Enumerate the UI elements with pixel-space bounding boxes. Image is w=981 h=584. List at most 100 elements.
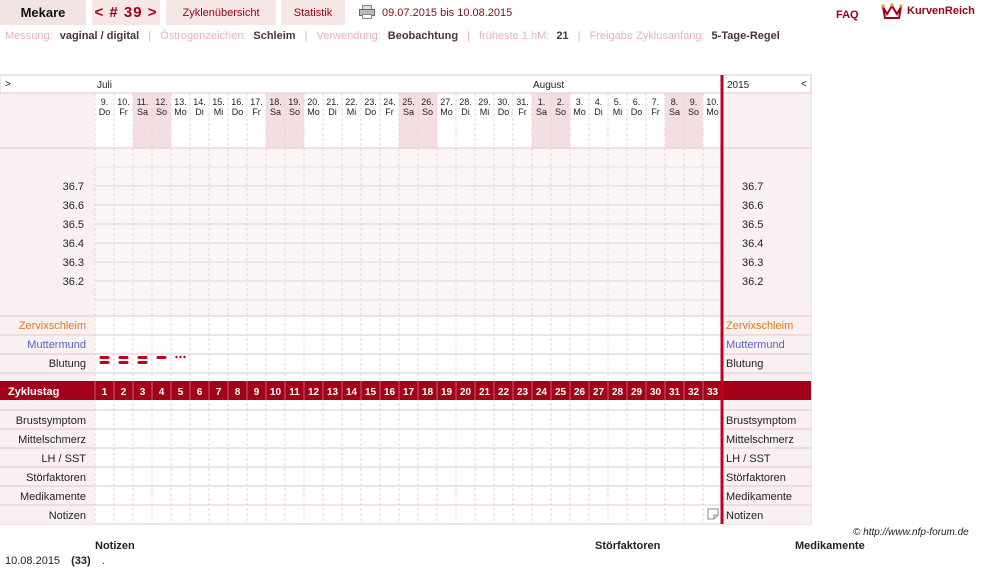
- day-date-label: 13.: [174, 97, 187, 107]
- weekday-label: So: [555, 107, 566, 117]
- weekday-label: Sa: [669, 107, 680, 117]
- cycle-day-number: 4: [159, 387, 165, 398]
- row-label-right: Notizen: [726, 510, 763, 522]
- cycle-day-number: 17: [403, 387, 415, 398]
- temperature-label-right: 36.3: [742, 257, 763, 269]
- cycle-day-number: 25: [555, 387, 567, 398]
- temperature-label-left: 36.3: [63, 257, 84, 269]
- day-date-label: 24.: [383, 97, 396, 107]
- weekday-label: So: [156, 107, 167, 117]
- day-date-label: 4.: [595, 97, 603, 107]
- temperature-label-right: 36.6: [742, 200, 763, 212]
- row-label-right: Brustsymptom: [726, 415, 796, 427]
- cycle-day-number: 21: [479, 387, 491, 398]
- day-date-label: 9.: [690, 97, 698, 107]
- bleeding-mark: [118, 361, 129, 364]
- day-date-label: 29.: [478, 97, 491, 107]
- weekday-label: Mi: [214, 107, 224, 117]
- medication-column-header: Medikamente: [795, 540, 865, 552]
- cycle-day-number: 32: [688, 387, 700, 398]
- row-label-left: Medikamente: [20, 491, 86, 503]
- row-label-left: Mittelschmerz: [18, 434, 86, 446]
- weekday-label: So: [422, 107, 433, 117]
- cycle-day-number: 16: [384, 387, 396, 398]
- cycle-day-number: 30: [650, 387, 662, 398]
- temperature-label-left: 36.5: [63, 219, 84, 231]
- cycle-day-number: 5: [178, 387, 184, 398]
- cycle-day-number: 1: [102, 387, 108, 398]
- row-label-right: Muttermund: [726, 339, 785, 351]
- day-date-label: 18.: [269, 97, 282, 107]
- day-date-label: 15.: [212, 97, 225, 107]
- row-label-right: Medikamente: [726, 491, 792, 503]
- day-date-label: 22.: [345, 97, 358, 107]
- row-label-left: Blutung: [49, 358, 86, 370]
- bleeding-mark: [99, 361, 110, 364]
- weekday-label: Mo: [307, 107, 320, 117]
- weekday-label: Do: [631, 107, 643, 117]
- day-date-label: 6.: [633, 97, 641, 107]
- weekday-label: Di: [195, 107, 204, 117]
- temperature-label-right: 36.2: [742, 276, 763, 288]
- cycle-day-number: 14: [346, 387, 358, 398]
- day-date-label: 9.: [101, 97, 109, 107]
- day-date-label: 20.: [307, 97, 320, 107]
- cycle-day-number: 19: [441, 387, 453, 398]
- weekday-label: Di: [328, 107, 337, 117]
- day-date-label: 25.: [402, 97, 415, 107]
- weekday-label: Sa: [403, 107, 414, 117]
- scroll-left-arrow[interactable]: >: [5, 79, 11, 90]
- day-date-label: 14.: [193, 97, 206, 107]
- temperature-label-left: 36.7: [63, 181, 84, 193]
- weekday-label: Mi: [480, 107, 490, 117]
- day-date-label: 16.: [231, 97, 244, 107]
- day-date-label: 23.: [364, 97, 377, 107]
- weekday-label: Di: [461, 107, 470, 117]
- day-date-label: 10.: [706, 97, 719, 107]
- year-label: 2015: [727, 80, 750, 91]
- day-date-label: 19.: [288, 97, 301, 107]
- cycle-chart: > <Juli August 20159.Do10.Fr11.Sa12.So13.Mo…: [0, 74, 812, 525]
- scroll-right-arrow[interactable]: <: [801, 79, 807, 90]
- day-date-label: 28.: [459, 97, 472, 107]
- day-date-label: 17.: [250, 97, 263, 107]
- cycle-day-number: 8: [235, 387, 241, 398]
- note-entry: 10.08.2015 (33) .: [5, 555, 105, 567]
- weekday-label: Do: [365, 107, 377, 117]
- bleeding-mark: [156, 356, 167, 359]
- cycle-day-number: 9: [254, 387, 260, 398]
- cycle-day-number: 28: [612, 387, 624, 398]
- cycle-day-number: 10: [270, 387, 282, 398]
- temperature-label-right: 36.4: [742, 238, 763, 250]
- cycle-day-label: Zyklustag: [8, 386, 59, 398]
- copyright: © http://www.nfp-forum.de: [853, 527, 969, 538]
- weekday-label: Fr: [385, 107, 394, 117]
- day-date-label: 1.: [538, 97, 546, 107]
- row-label-left: Notizen: [49, 510, 86, 522]
- day-date-label: 7.: [652, 97, 660, 107]
- day-date-label: 21.: [326, 97, 339, 107]
- day-date-label: 12.: [155, 97, 168, 107]
- weekday-label: Do: [99, 107, 111, 117]
- cycle-day-number: 7: [216, 387, 222, 398]
- cycle-day-number: 27: [593, 387, 605, 398]
- day-date-label: 5.: [614, 97, 622, 107]
- day-date-label: 30.: [497, 97, 510, 107]
- note-entry-cycle-day: (33): [71, 555, 91, 567]
- weekday-label: Fr: [651, 107, 660, 117]
- spotting-dot: [175, 355, 178, 359]
- row-label-right: Blutung: [726, 358, 763, 370]
- cycle-day-number: 2: [121, 387, 127, 398]
- bleeding-mark: [99, 356, 110, 359]
- day-date-label: 10.: [117, 97, 130, 107]
- weekday-label: Sa: [536, 107, 547, 117]
- temperature-area: [95, 148, 722, 316]
- weekday-label: Fr: [252, 107, 261, 117]
- note-entry-text: .: [101, 555, 105, 567]
- month-label-august: August: [533, 80, 564, 91]
- weekday-label: So: [688, 107, 699, 117]
- row-label-left: Zervixschleim: [19, 320, 86, 332]
- weekday-label: Sa: [270, 107, 281, 117]
- notes-column-header: Notizen: [95, 540, 135, 552]
- row-label-right: Mittelschmerz: [726, 434, 794, 446]
